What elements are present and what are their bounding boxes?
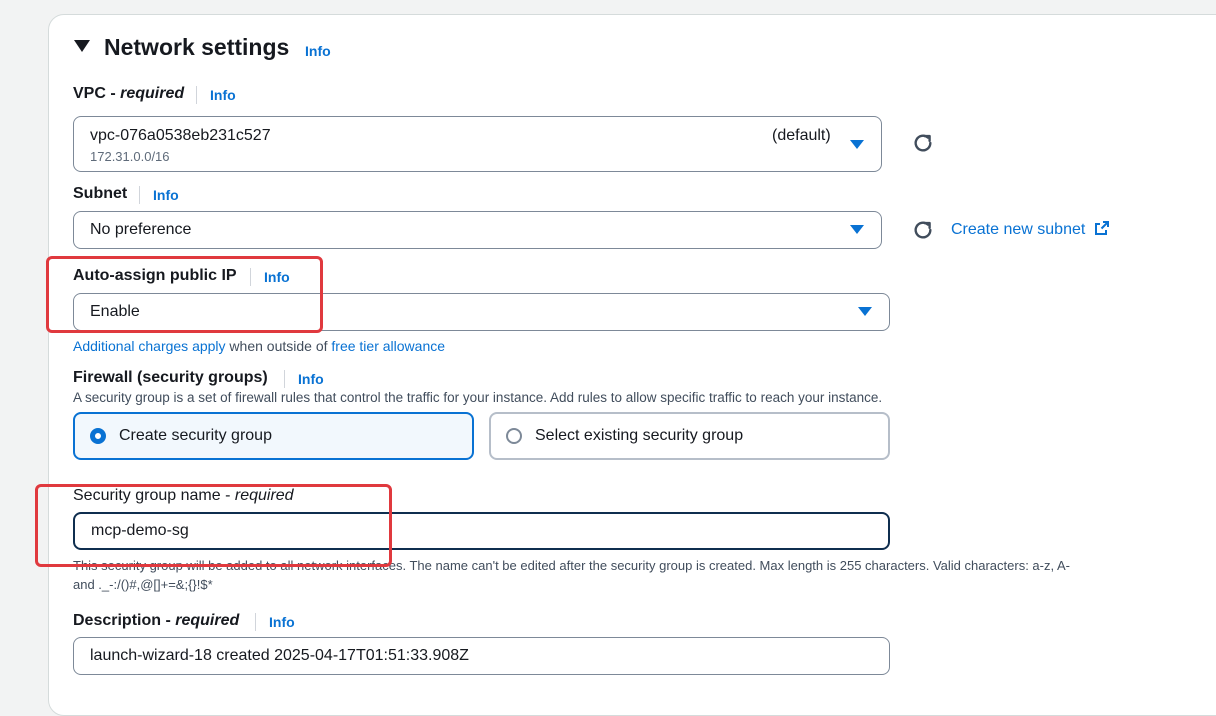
divider (196, 86, 197, 104)
vpc-label: VPC - required (73, 85, 185, 102)
collapse-caret-icon[interactable] (74, 40, 90, 52)
subnet-label: Subnet (73, 185, 128, 202)
external-link-icon (1094, 221, 1109, 235)
description-label: Description - required (73, 612, 240, 629)
vpc-value: vpc-076a0538eb231c527 (90, 127, 271, 144)
vpc-select[interactable]: vpc-076a0538eb231c527 172.31.0.0/16 (def… (73, 116, 882, 172)
create-new-subnet-link[interactable]: Create new subnet (951, 220, 1110, 239)
dropdown-arrow-icon (850, 225, 864, 234)
dropdown-arrow-icon (858, 307, 872, 316)
description-info-link[interactable]: Info (269, 614, 295, 630)
description-input[interactable]: launch-wizard-18 created 2025-04-17T01:5… (73, 637, 890, 675)
radio-selected-icon (90, 428, 106, 444)
divider (284, 370, 285, 388)
subnet-value: No preference (90, 221, 192, 238)
section-info-link[interactable]: Info (305, 43, 331, 59)
free-tier-link[interactable]: free tier allowance (331, 338, 445, 354)
divider (139, 186, 140, 204)
radio-unselected-icon (506, 428, 522, 444)
create-security-group-option[interactable]: Create security group (73, 412, 474, 460)
vpc-cidr: 172.31.0.0/16 (90, 149, 170, 164)
subnet-info-link[interactable]: Info (153, 187, 179, 203)
select-existing-security-group-label: Select existing security group (535, 427, 744, 444)
select-existing-security-group-option[interactable]: Select existing security group (489, 412, 890, 460)
vpc-default-tag: (default) (772, 127, 831, 144)
additional-charges-link[interactable]: Additional charges apply (73, 338, 226, 354)
highlight-box-sg-name (35, 484, 392, 567)
refresh-icon[interactable] (912, 132, 934, 154)
divider (255, 613, 256, 631)
firewall-info-link[interactable]: Info (298, 371, 324, 387)
charges-note: Additional charges apply when outside of… (73, 338, 446, 354)
section-title: Network settings (104, 34, 290, 60)
create-security-group-label: Create security group (119, 427, 272, 444)
sg-name-help-2: and ._-:/()#,@[]+=&;{}!$* (73, 577, 213, 592)
dropdown-arrow-icon (850, 140, 864, 149)
firewall-description: A security group is a set of firewall ru… (73, 390, 883, 405)
firewall-label: Firewall (security groups) (73, 369, 268, 386)
subnet-select[interactable]: No preference (73, 211, 882, 249)
description-value: launch-wizard-18 created 2025-04-17T01:5… (90, 647, 469, 664)
vpc-info-link[interactable]: Info (210, 87, 236, 103)
highlight-box-auto-ip (46, 256, 323, 333)
refresh-icon[interactable] (912, 219, 934, 241)
